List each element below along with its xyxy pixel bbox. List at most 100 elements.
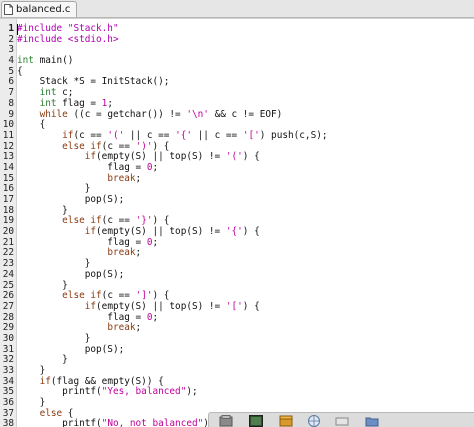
code-token: ) {	[152, 290, 170, 302]
code-token: (c ==	[73, 129, 108, 141]
code-line[interactable]: 31 pop(S);	[0, 343, 474, 356]
code-token: int	[39, 97, 57, 109]
code-token: else	[39, 407, 63, 419]
code-text: while ((c = getchar()) != '\n' && c != E…	[17, 108, 283, 121]
code-token: ;	[107, 97, 113, 109]
code-token: flag =	[17, 161, 147, 173]
files-icon[interactable]	[219, 415, 233, 427]
code-token: ;	[135, 247, 142, 259]
code-token: ) {	[242, 151, 260, 163]
code-token: else if	[62, 290, 102, 302]
code-line[interactable]: 24 pop(S);	[0, 268, 474, 281]
code-token: if	[84, 226, 97, 238]
code-line[interactable]: 32 }	[0, 354, 474, 366]
code-token: main()	[33, 55, 74, 67]
code-token: }	[17, 279, 68, 291]
line-number: 8	[8, 97, 14, 109]
code-token: ')'	[135, 140, 153, 152]
code-token: flag =	[17, 236, 147, 248]
code-token: }	[17, 258, 91, 270]
browser-icon[interactable]	[307, 415, 321, 427]
code-area[interactable]: 1 #include "Stack.h" 2 #include <stdio.h> 3 4…	[0, 23, 474, 427]
code-line[interactable]: 2 #include <stdio.h>	[0, 33, 474, 46]
code-token: ;	[152, 311, 159, 323]
code-text: #include <stdio.h>	[17, 33, 119, 46]
code-token: #include "Stack.h"	[17, 23, 119, 34]
image-viewer-icon[interactable]	[249, 415, 263, 427]
code-token: (empty(S) || top(S) !=	[96, 226, 226, 238]
code-token: else if	[62, 215, 102, 227]
code-token: ((c = getchar()) !=	[67, 108, 187, 120]
package-icon[interactable]	[279, 415, 293, 427]
code-token: ;	[135, 322, 142, 334]
code-token: ) {	[152, 215, 170, 227]
code-token: ) {	[152, 140, 170, 152]
tab-bar: balanced.c	[0, 0, 474, 18]
code-token: break	[107, 322, 136, 334]
code-token: }	[17, 183, 91, 195]
code-token: );	[186, 386, 198, 398]
code-token: }	[17, 354, 68, 366]
line-number: 11	[2, 129, 14, 141]
code-token: '{'	[225, 226, 243, 238]
code-token: '('	[107, 129, 125, 141]
code-token: flag =	[56, 97, 102, 109]
code-token: else if	[62, 140, 102, 152]
code-token: pop(S);	[17, 343, 125, 355]
tab-balanced-c[interactable]: balanced.c	[1, 1, 77, 17]
tab-label: balanced.c	[16, 4, 71, 15]
code-token: '\n'	[186, 108, 209, 120]
code-token: }	[17, 332, 91, 344]
drive-icon[interactable]	[335, 415, 349, 427]
code-token: ']'	[135, 290, 153, 302]
code-token: '{'	[175, 129, 193, 141]
folder-icon[interactable]	[365, 415, 379, 427]
code-token: int	[39, 87, 57, 99]
code-token: #include <stdio.h>	[17, 33, 119, 45]
code-token: c;	[56, 87, 74, 99]
code-token: if	[84, 300, 97, 312]
code-token: (c ==	[101, 290, 136, 302]
code-token: (c ==	[101, 215, 136, 227]
code-token: (c ==	[101, 140, 136, 152]
code-token: (flag && empty(S)) {	[50, 375, 164, 387]
code-token: {	[17, 119, 46, 131]
code-line[interactable]: 9 while ((c = getchar()) != '\n' && c !=…	[0, 108, 474, 121]
code-token: while	[39, 108, 68, 120]
code-token: pop(S);	[17, 268, 125, 280]
code-token: (empty(S) || top(S) !=	[96, 151, 226, 163]
code-token: ;	[152, 236, 159, 248]
code-token: if	[39, 375, 51, 387]
code-token: '}'	[135, 215, 153, 227]
code-editor[interactable]: 1 #include "Stack.h" 2 #include <stdio.h> 3 4…	[0, 18, 474, 427]
code-token: || c ==	[124, 129, 176, 141]
code-line[interactable]: 4 int main()	[0, 55, 474, 67]
code-token: Stack *S = InitStack();	[17, 76, 170, 88]
code-token: if	[62, 129, 74, 141]
code-token: ;	[135, 172, 142, 184]
code-token: ) push(c,S);	[259, 129, 328, 141]
code-token: '('	[225, 151, 243, 163]
code-token: ) {	[242, 226, 260, 238]
code-line[interactable]: 35 printf("Yes, balanced");	[0, 387, 474, 398]
code-token: {	[17, 65, 23, 77]
code-token: (empty(S) || top(S) !=	[96, 300, 226, 312]
code-text: int main()	[17, 55, 74, 67]
code-token: ;	[152, 161, 159, 173]
code-token: && c != EOF)	[208, 108, 283, 120]
taskbar	[208, 412, 474, 427]
code-token: flag =	[17, 311, 147, 323]
code-line[interactable]: 17 pop(S);	[0, 194, 474, 206]
code-token: int	[17, 55, 34, 67]
document-icon	[4, 4, 13, 15]
code-token: }	[17, 365, 46, 376]
